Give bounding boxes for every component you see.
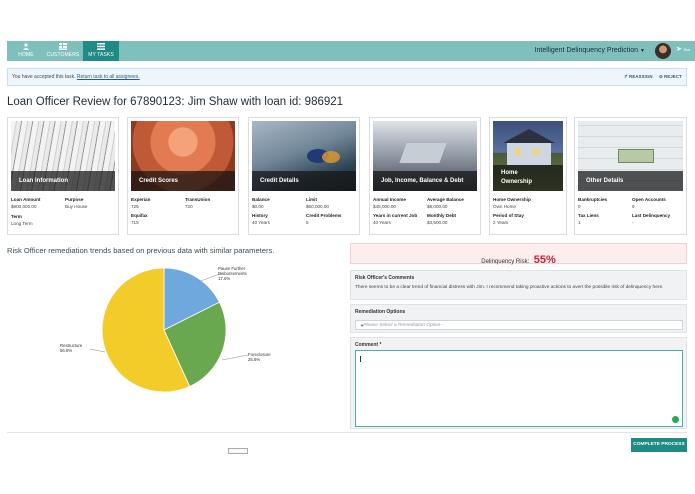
field-last-delinquency: Last Delinquency - <box>632 213 671 225</box>
card-title-bar: Loan Information <box>11 171 115 191</box>
paper-plane-icon[interactable]: ➤ <box>676 45 682 53</box>
send-label: Bot <box>684 47 691 52</box>
reassign-icon: ↱ <box>624 74 628 79</box>
avatar[interactable] <box>655 43 671 59</box>
pie-label-restructure: Restructure 56.8% <box>60 343 83 354</box>
risk-value: 55% <box>533 254 556 266</box>
chevron-down-icon: ▼ <box>360 323 364 328</box>
credit-scores-card: Credit Scores Experian 725 TransUnion 720 … <box>127 117 239 235</box>
field-history: History 40 Years <box>252 213 270 225</box>
nav-my-tasks[interactable]: MY TASKS <box>83 41 119 61</box>
pie-leader-line <box>221 354 249 361</box>
risk-officer-comments-panel: Risk Officer's Comments There seems to b… <box>350 270 687 300</box>
field-balance: Balance $0.00 <box>252 197 270 209</box>
app-title: Intelligent Delinquency Prediction <box>534 47 639 54</box>
card-title-bar: Job, Income, Balance & Debt <box>373 171 477 191</box>
field-term: Term Long Term <box>11 214 33 226</box>
pie-label-foreclosure: Foreclosure 25.6% <box>248 352 271 363</box>
comment-textarea[interactable] <box>355 350 683 427</box>
card-title-bar: Other Details <box>578 171 683 191</box>
loan-documents-image: Loan Information <box>11 121 115 191</box>
card-title: Loan Information <box>19 178 68 184</box>
nav-customers-label: CUSTOMERS <box>46 52 80 58</box>
page-control[interactable] <box>228 448 248 454</box>
field-bankruptcies: Bankruptcies 0 <box>578 197 608 209</box>
remediation-header: Remediation Options <box>355 309 406 315</box>
reassign-label: REASSIGN <box>629 74 653 79</box>
field-transunion: TransUnion 720 <box>185 197 211 209</box>
field-loan-amount: Loan Amount $800,000.00 <box>11 197 41 209</box>
field-monthly-debt: Monthly Debt $3,500.00 <box>427 213 457 225</box>
reassign-button[interactable]: ↱ REASSIGN <box>624 74 653 80</box>
card-title-bar: Credit Scores <box>131 171 235 191</box>
field-tax-liens: Tax Liens 1 <box>578 213 599 225</box>
field-purpose: Purpose Buy House <box>65 197 88 209</box>
credit-meter-image: Credit Scores <box>131 121 235 191</box>
comments-header: Risk Officer's Comments <box>355 275 415 281</box>
card-title-bar: Credit Details <box>252 171 356 191</box>
card-title: Other Details <box>586 178 624 184</box>
risk-label: Delinquency Risk: <box>481 259 530 265</box>
card-title-line1: Home <box>501 170 518 176</box>
comment-header: Comment * <box>355 342 382 348</box>
other-details-card: Other Details Bankruptcies 0 Open Account… <box>574 117 687 235</box>
app-title-dropdown[interactable]: Intelligent Delinquency Prediction ▼ <box>535 47 645 54</box>
field-credit-problems: Credit Problems 5 <box>306 213 342 225</box>
delinquency-risk-box: Delinquency Risk: 55% <box>350 243 687 266</box>
laptop-typing-image: Job, Income, Balance & Debt <box>373 121 477 191</box>
pie-leader-line <box>89 348 106 353</box>
remediation-pie-chart: Pause Further Disbursements 17.6% Forecl… <box>50 260 310 410</box>
reject-label: REJECT <box>664 74 682 79</box>
reject-button[interactable]: ⊘ REJECT <box>659 74 682 80</box>
card-title-line2: Ownership <box>501 179 533 185</box>
nav-customers[interactable]: CUSTOMERS <box>45 41 81 61</box>
user-icon <box>23 43 29 50</box>
field-experian: Experian 725 <box>131 197 151 209</box>
nav-home-label: HOME <box>18 52 34 58</box>
pie-svg <box>89 267 249 393</box>
home-ownership-card: Home Ownership Home Ownership Own Home Pe… <box>489 117 567 235</box>
remediation-select[interactable]: --Please Select a Remediation Option-- ▼ <box>355 320 683 330</box>
top-navbar: HOME CUSTOMERS MY TASKS Intelligent Deli… <box>7 41 695 61</box>
field-open-accounts: Open Accounts 9 <box>632 197 666 209</box>
grid-icon <box>59 43 67 50</box>
field-annual-income: Annual Income $45,000.00 <box>373 197 406 209</box>
comments-text: There seems to be a clear trend of finan… <box>355 285 664 290</box>
field-years-current-job: Years in current Job 40 Years <box>373 213 418 225</box>
footer-divider <box>7 432 687 433</box>
text-cursor <box>360 356 361 362</box>
nav-home[interactable]: HOME <box>7 41 45 61</box>
return-task-link[interactable]: Return task to all assignees. <box>77 74 140 80</box>
card-title: Job, Income, Balance & Debt <box>381 178 464 184</box>
credit-card-image: Credit Details <box>252 121 356 191</box>
field-period-of-stay: Period of Stay 2 Years <box>493 213 524 225</box>
comment-panel: Comment * <box>350 337 687 429</box>
credit-details-card: Credit Details Balance $0.00 Limit $60,000… <box>248 117 360 235</box>
task-accepted-banner: You have accepted this task. Return task… <box>7 68 687 86</box>
grammar-check-icon[interactable] <box>672 416 679 423</box>
job-income-card: Job, Income, Balance & Debt Annual Incom… <box>369 117 481 235</box>
banner-message: You have accepted this task. <box>12 74 76 80</box>
reject-icon: ⊘ <box>659 74 663 79</box>
nav-my-tasks-label: MY TASKS <box>88 52 114 58</box>
field-home-ownership: Home Ownership Own Home <box>493 197 531 209</box>
remediation-options-panel: Remediation Options --Please Select a Re… <box>350 304 687 333</box>
complete-process-button[interactable]: COMPLETE PROCESS <box>631 438 687 452</box>
field-equifax: Equifax 715 <box>131 213 148 225</box>
dollar-bill-image: Other Details <box>578 121 683 191</box>
page-title: Loan Officer Review for 67890123: Jim Sh… <box>7 96 344 108</box>
card-title: Credit Details <box>260 178 299 184</box>
field-limit: Limit $60,000.00 <box>306 197 329 209</box>
banner-message-wrap: You have accepted this task. Return task… <box>12 74 140 80</box>
pie-label-pause: Pause Further Disbursements 17.6% <box>218 266 247 282</box>
trend-title: Risk Officer remediation trends based on… <box>7 246 275 255</box>
chevron-down-icon: ▼ <box>640 48 645 54</box>
list-icon <box>97 43 105 50</box>
house-image: Home Ownership <box>493 121 563 191</box>
card-title-bar: Home Ownership <box>493 165 563 191</box>
card-title: Credit Scores <box>139 178 179 184</box>
loan-information-card: Loan Information Loan Amount $800,000.00 … <box>7 117 119 235</box>
field-average-balance: Average Balance $8,000.00 <box>427 197 464 209</box>
